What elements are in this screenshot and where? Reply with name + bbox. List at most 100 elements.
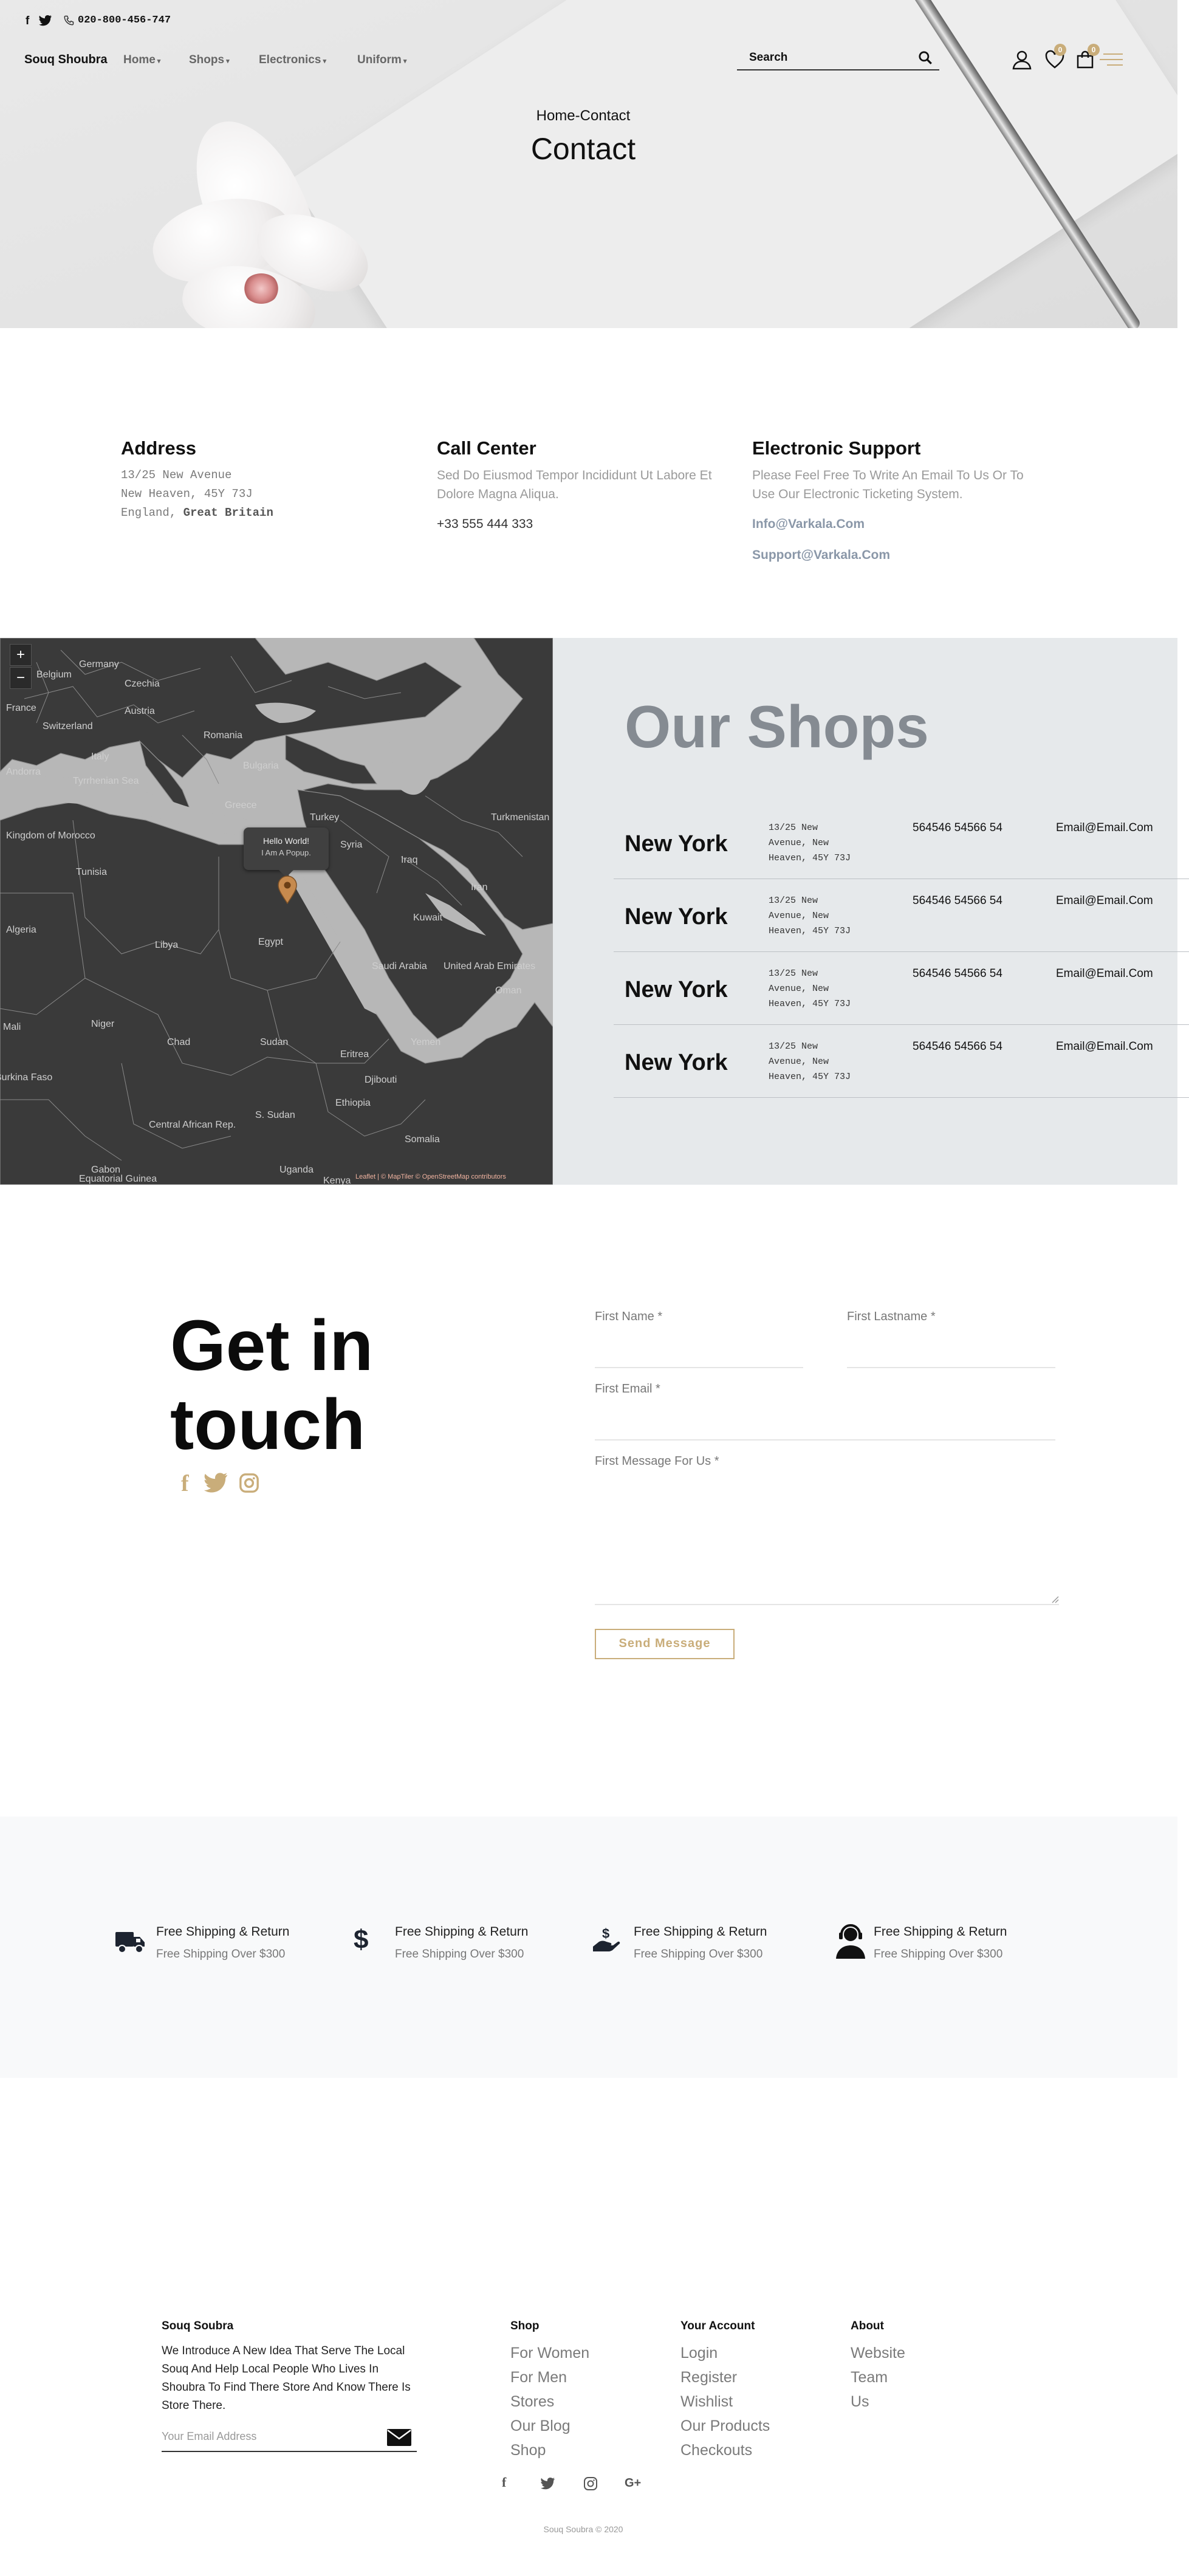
twitter-icon[interactable]: [541, 2478, 555, 2490]
shop-email[interactable]: Email@Email.Com: [1056, 821, 1153, 835]
resize-handle-icon[interactable]: [1050, 1595, 1059, 1603]
search-input[interactable]: Search: [737, 46, 939, 70]
wishlist-count-badge: 0: [1054, 44, 1066, 56]
envelope-icon[interactable]: [386, 2428, 412, 2447]
feature-title: Free Shipping & Return: [156, 1925, 290, 1939]
hamburger-menu-icon[interactable]: [1098, 51, 1125, 69]
footer-link[interactable]: Our Products: [680, 2417, 770, 2435]
shop-email[interactable]: Email@Email.Com: [1056, 1040, 1153, 1053]
shop-city: New York: [625, 831, 728, 857]
shop-address: 13/25 New Avenue, New Heaven, 45Y 73J: [769, 1041, 851, 1082]
search-placeholder: Search: [749, 51, 788, 64]
shop-address: 13/25 New Avenue, New Heaven, 45Y 73J: [769, 896, 851, 936]
map-label: Mali: [3, 1022, 21, 1032]
facebook-icon[interactable]: f: [181, 1470, 189, 1497]
chevron-down-icon: ▾: [323, 58, 326, 65]
map[interactable]: Belgium Germany Czechia Austria Switzerl…: [0, 638, 553, 1185]
footer-about-text: We Introduce A New Idea That Serve The L…: [162, 2345, 411, 2412]
map-label: Ethiopia: [335, 1098, 371, 1108]
map-attribution[interactable]: Leaflet | © MapTiler © OpenStreetMap con…: [355, 1173, 506, 1180]
svg-text:$: $: [602, 1926, 609, 1941]
nav-item-home[interactable]: Home ▾: [123, 53, 160, 67]
footer-link[interactable]: Stores: [510, 2393, 554, 2411]
map-label: Somalia: [405, 1134, 440, 1145]
footer-link[interactable]: Shop: [510, 2442, 546, 2459]
nav-item-electronics[interactable]: Electronics ▾: [259, 53, 326, 67]
shop-city: New York: [625, 1050, 728, 1075]
feature-subtitle: Free Shipping Over $300: [395, 1948, 524, 1961]
shop-email[interactable]: Email@Email.Com: [1056, 894, 1153, 908]
map-label: Switzerland: [43, 721, 93, 731]
map-label: United Arab Emirates: [444, 961, 535, 971]
email-field[interactable]: [595, 1439, 1055, 1440]
footer-account-heading: Your Account: [680, 2320, 755, 2332]
footer-link[interactable]: For Men: [510, 2369, 567, 2386]
map-label: Libya: [155, 940, 178, 950]
footer-link[interactable]: Register: [680, 2369, 737, 2386]
footer-link[interactable]: Checkouts: [680, 2442, 752, 2459]
shop-divider: [614, 951, 1189, 952]
footer-link[interactable]: Website: [851, 2345, 905, 2362]
shop-email[interactable]: Email@Email.Com: [1056, 967, 1153, 981]
map-label: Kenya: [323, 1176, 351, 1185]
shop-city: New York: [625, 977, 728, 1002]
map-label: Romania: [204, 730, 242, 741]
message-field[interactable]: [595, 1604, 1059, 1605]
shop-phone[interactable]: 564546 54566 54: [913, 1040, 1002, 1053]
support-email-link[interactable]: Support@Varkala.Com: [752, 548, 890, 563]
map-label: Bulgaria: [243, 761, 279, 771]
map-label: Iran: [471, 882, 488, 892]
map-zoom-in-button[interactable]: +: [10, 644, 32, 666]
feature-subtitle: Free Shipping Over $300: [634, 1948, 763, 1961]
send-message-button[interactable]: Send Message: [595, 1629, 735, 1659]
call-center-phone[interactable]: +33 555 444 333: [437, 517, 533, 532]
footer-link[interactable]: Us: [851, 2393, 869, 2411]
shop-phone[interactable]: 564546 54566 54: [913, 894, 1002, 908]
map-popup: Hello World! I Am A Popup.: [244, 827, 329, 877]
twitter-icon[interactable]: [39, 15, 52, 26]
last-name-field[interactable]: [847, 1367, 1055, 1368]
map-label: Algeria: [6, 925, 36, 935]
footer-shop-heading: Shop: [510, 2320, 540, 2332]
facebook-icon[interactable]: f: [502, 2475, 506, 2490]
info-email-link[interactable]: Info@Varkala.Com: [752, 517, 865, 532]
nav-item-uniform[interactable]: Uniform ▾: [357, 53, 406, 67]
user-icon[interactable]: [1011, 49, 1033, 70]
address-text: 13/25 New Avenue New Heaven, 45Y 73J Eng…: [121, 468, 273, 519]
map-label: Uganda: [279, 1165, 314, 1175]
search-icon[interactable]: [917, 50, 933, 66]
footer-link[interactable]: For Women: [510, 2345, 589, 2362]
map-label: Djibouti: [365, 1075, 397, 1085]
map-label: Iraq: [401, 855, 418, 865]
map-tiles: Belgium Germany Czechia Austria Switzerl…: [0, 638, 553, 1185]
map-label: Syria: [340, 840, 363, 850]
footer-link[interactable]: Wishlist: [680, 2393, 733, 2411]
facebook-icon[interactable]: f: [26, 15, 29, 28]
footer-link[interactable]: Our Blog: [510, 2417, 571, 2435]
shop-phone[interactable]: 564546 54566 54: [913, 967, 1002, 981]
map-label: S. Sudan: [255, 1110, 295, 1120]
footer-email-underline: [162, 2451, 417, 2452]
map-zoom-out-button[interactable]: −: [10, 667, 32, 689]
footer-link[interactable]: Login: [680, 2345, 718, 2362]
footer-email-input[interactable]: Your Email Address: [162, 2430, 256, 2443]
map-marker-icon[interactable]: [277, 875, 298, 904]
twitter-icon[interactable]: [204, 1473, 228, 1493]
call-center-text: Sed Do Eiusmod Tempor Incididunt Ut Labo…: [437, 468, 712, 501]
nav-item-shops[interactable]: Shops ▾: [189, 53, 230, 67]
topbar-phone[interactable]: 020-800-456-747: [78, 15, 171, 26]
footer-about-heading: About: [851, 2320, 884, 2332]
google-plus-icon[interactable]: G+: [625, 2476, 641, 2490]
first-name-field[interactable]: [595, 1367, 803, 1368]
hero-breadcrumb: Home-Contact: [536, 108, 631, 124]
feature-subtitle: Free Shipping Over $300: [874, 1948, 1003, 1961]
shop-phone[interactable]: 564546 54566 54: [913, 821, 1002, 835]
chevron-down-icon: ▾: [157, 58, 161, 65]
instagram-icon[interactable]: [239, 1473, 259, 1493]
call-center-heading: Call Center: [437, 437, 536, 459]
shop-city: New York: [625, 904, 728, 930]
instagram-icon[interactable]: [583, 2476, 598, 2491]
map-popup-text: I Am A Popup.: [261, 848, 311, 857]
nav-brand[interactable]: Souq Shoubra: [24, 53, 108, 67]
footer-link[interactable]: Team: [851, 2369, 888, 2386]
